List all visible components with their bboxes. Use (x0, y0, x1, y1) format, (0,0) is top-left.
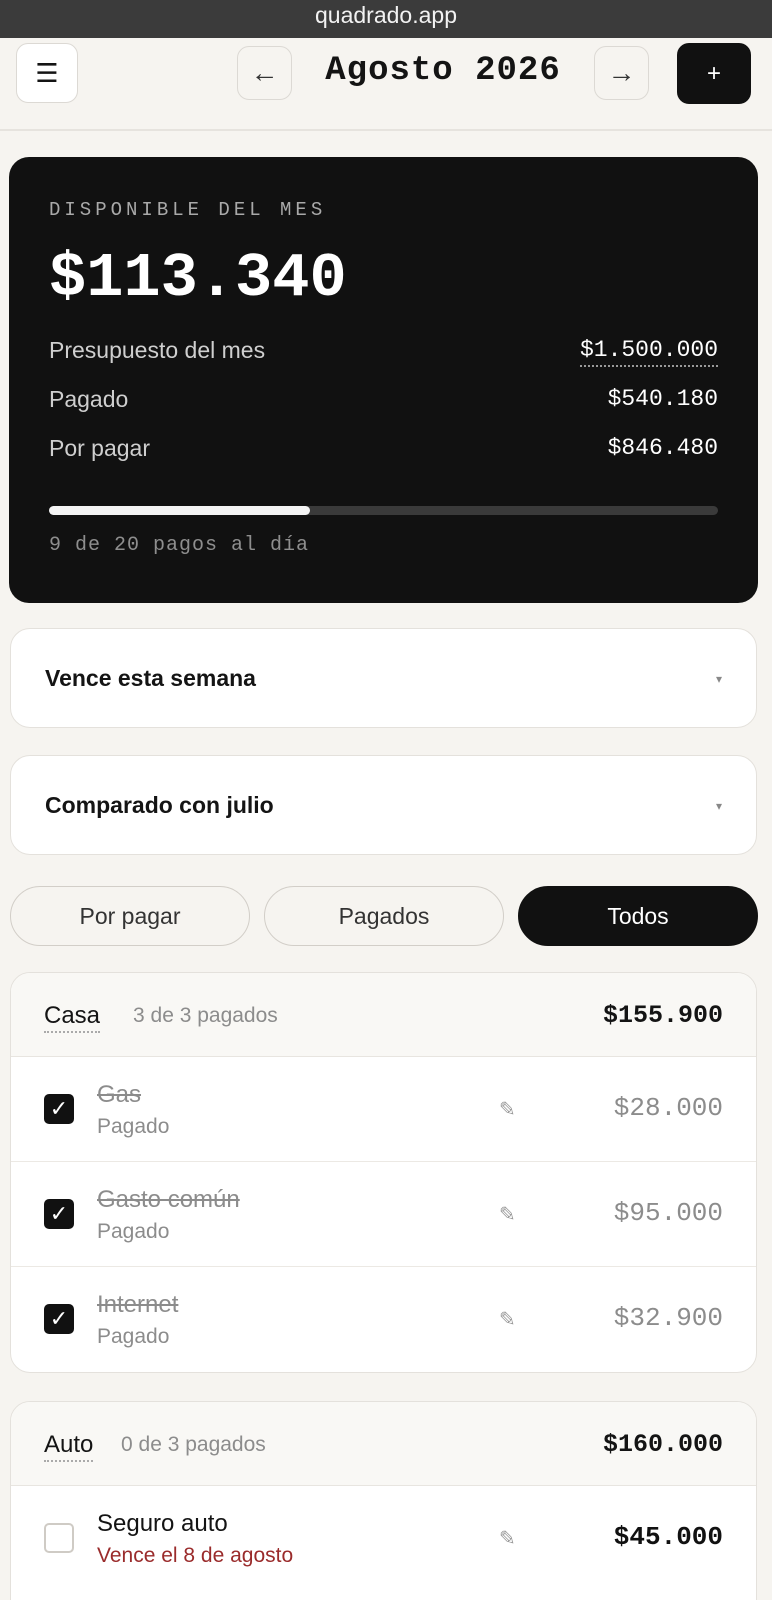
browser-url-bar[interactable]: quadrado.app (0, 0, 772, 38)
hamburger-menu-icon: ☰ (35, 57, 59, 88)
category-group-auto: Auto 0 de 3 pagados $160.000 Seguro auto… (10, 1401, 757, 1600)
filter-pagados[interactable]: Pagados (264, 886, 504, 946)
monthly-summary-card: DISPONIBLE DEL MES $113.340 Presupuesto … (9, 157, 758, 603)
payment-name: Gasto común (97, 1186, 240, 1213)
payment-amount: $95.000 (613, 1198, 723, 1228)
pending-row: Por pagar $846.480 (49, 435, 718, 462)
payment-item: ✓ Gas Pagado ✎ $28.000 (11, 1057, 756, 1162)
edit-pencil-icon[interactable]: ✎ (499, 1307, 516, 1332)
category-header: Casa 3 de 3 pagados $155.900 (11, 973, 756, 1057)
paid-checkbox[interactable]: ✓ (44, 1094, 74, 1124)
next-month-button[interactable]: → (594, 46, 649, 100)
paid-checkbox[interactable]: ✓ (44, 1199, 74, 1229)
category-name[interactable]: Casa (44, 1002, 101, 1033)
month-title: Agosto 2026 (325, 52, 561, 90)
add-payment-button[interactable]: + (677, 43, 751, 104)
payment-status: Pagado (97, 1325, 170, 1348)
payment-item: ✓ Internet Pagado ✎ $32.900 (11, 1267, 756, 1372)
pending-label: Por pagar (49, 435, 151, 461)
payments-progress-bar (49, 506, 718, 515)
chevron-down-icon: ▾ (715, 799, 722, 813)
edit-pencil-icon[interactable]: ✎ (499, 1526, 516, 1551)
payments-progress-text: 9 de 20 pagos al día (49, 534, 310, 557)
edit-pencil-icon[interactable]: ✎ (499, 1097, 516, 1122)
category-header: Auto 0 de 3 pagados $160.000 (11, 1402, 756, 1486)
category-count: 3 de 3 pagados (133, 1004, 278, 1027)
top-navigation-bar: ☰ ← Agosto 2026 → + (0, 38, 772, 131)
paid-row: Pagado $540.180 (49, 386, 718, 413)
filter-todos[interactable]: Todos (518, 886, 758, 946)
category-count: 0 de 3 pagados (121, 1433, 266, 1456)
paid-checkbox[interactable] (44, 1523, 74, 1553)
arrow-left-icon: ← (250, 57, 279, 88)
due-this-week-title: Vence esta semana (45, 665, 256, 691)
compare-month-panel[interactable]: Comparado con julio ▾ (10, 755, 757, 855)
payment-name: Gas (97, 1081, 142, 1108)
arrow-right-icon: → (607, 57, 636, 88)
budget-row: Presupuesto del mes $1.500.000 (49, 337, 718, 367)
available-label: DISPONIBLE DEL MES (49, 199, 327, 221)
payment-due-date: Vence el 8 de agosto (97, 1544, 294, 1567)
previous-month-button[interactable]: ← (237, 46, 292, 100)
payment-amount: $32.900 (613, 1303, 723, 1333)
edit-pencil-icon[interactable]: ✎ (499, 1202, 516, 1227)
category-name[interactable]: Auto (44, 1431, 94, 1462)
payment-status: Pagado (97, 1115, 170, 1138)
payment-status: Pagado (97, 1220, 170, 1243)
category-group-casa: Casa 3 de 3 pagados $155.900 ✓ Gas Pagad… (10, 972, 757, 1373)
available-amount: $113.340 (49, 243, 347, 314)
payments-progress-fill (49, 506, 310, 515)
due-this-week-panel[interactable]: Vence esta semana ▾ (10, 628, 757, 728)
payment-name: Internet (97, 1291, 179, 1318)
compare-month-title: Comparado con julio (45, 792, 274, 818)
payment-amount: $45.000 (613, 1522, 723, 1552)
category-total: $155.900 (602, 1001, 723, 1030)
category-total: $160.000 (602, 1430, 723, 1459)
budget-value[interactable]: $1.500.000 (579, 337, 718, 367)
pending-value: $846.480 (607, 435, 718, 461)
budget-label: Presupuesto del mes (49, 337, 266, 363)
paid-label: Pagado (49, 386, 129, 412)
payment-amount: $28.000 (613, 1093, 723, 1123)
filter-por-pagar[interactable]: Por pagar (10, 886, 250, 946)
payment-name: Seguro auto (97, 1510, 228, 1537)
paid-checkbox[interactable]: ✓ (44, 1304, 74, 1334)
payment-item: ✓ Gasto común Pagado ✎ $95.000 (11, 1162, 756, 1267)
paid-value: $540.180 (607, 386, 718, 412)
plus-icon: + (706, 59, 721, 87)
chevron-down-icon: ▾ (715, 672, 722, 686)
payment-item: Seguro auto Vence el 8 de agosto ✎ $45.0… (11, 1486, 756, 1591)
menu-button[interactable]: ☰ (16, 43, 78, 103)
